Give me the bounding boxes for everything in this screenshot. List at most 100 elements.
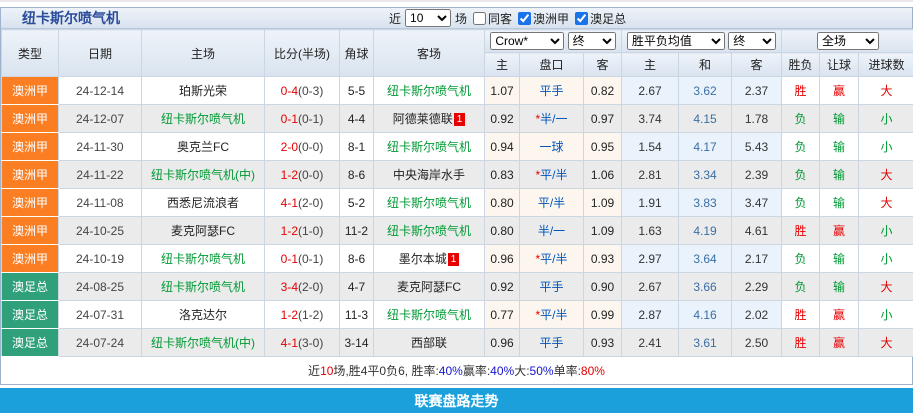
handicap-company-select[interactable]: Crow* (490, 32, 564, 50)
league-filter[interactable]: 澳洲甲 (518, 10, 569, 27)
away-team-name[interactable]: 纽卡斯尔喷气机 (387, 84, 471, 98)
line-change-star: * (535, 112, 540, 126)
home-team-name[interactable]: 纽卡斯尔喷气机 (161, 252, 245, 266)
result-winloss: 负 (782, 161, 820, 189)
fulltime-score: 4-1 (281, 336, 298, 350)
col-header-ah-line: 盘口 (520, 53, 584, 77)
card-badge: 1 (454, 113, 466, 126)
odds-draw: 3.83 (679, 189, 732, 217)
league-checkbox[interactable] (518, 12, 531, 25)
match-row: 澳足总24-08-25纽卡斯尔喷气机3-4(2-0)4-7麦克阿瑟FC0.92平… (2, 273, 913, 301)
summary-segment: 40% (439, 364, 463, 378)
europe-source-select[interactable]: 胜平负均值 (627, 32, 725, 50)
home-team-name[interactable]: 洛克达尔 (179, 308, 227, 322)
result-handicap: 赢 (820, 301, 859, 329)
odds-away-win: 2.29 (732, 273, 782, 301)
col-header-date: 日期 (59, 30, 142, 77)
away-team-name[interactable]: 西部联 (411, 336, 447, 350)
odds-draw: 3.34 (679, 161, 732, 189)
result-winloss: 胜 (782, 329, 820, 357)
odds-away-win: 2.02 (732, 301, 782, 329)
away-team-name[interactable]: 麦克阿瑟FC (397, 280, 461, 294)
handicap-line: 一球 (520, 133, 584, 161)
result-winloss: 负 (782, 105, 820, 133)
result-goals: 大 (859, 161, 913, 189)
competition-badge: 澳足总 (2, 301, 59, 329)
result-handicap: 赢 (820, 77, 859, 105)
cup-filter[interactable]: 澳足总 (575, 10, 626, 27)
score-cell: 2-0(0-0) (265, 133, 340, 161)
match-row: 澳洲甲24-11-30奥克兰FC2-0(0-0)8-1纽卡斯尔喷气机0.94一球… (2, 133, 913, 161)
handicap-away-odds: 0.95 (584, 133, 622, 161)
competition-badge: 澳足总 (2, 329, 59, 357)
filter-controls: 近 10 场 同客 澳洲甲 澳足总 (389, 9, 626, 27)
result-goals: 小 (859, 217, 913, 245)
odds-draw: 3.61 (679, 329, 732, 357)
away-team-cell: 纽卡斯尔喷气机 (374, 301, 485, 329)
home-team-name[interactable]: 纽卡斯尔喷气机 (161, 112, 245, 126)
col-header-eu-away: 客 (732, 53, 782, 77)
home-team-name[interactable]: 珀斯光荣 (179, 84, 227, 98)
odds-home-win: 2.67 (622, 77, 679, 105)
same-away-label: 同客 (488, 10, 512, 27)
handicap-select-cell: Crow* 终 (485, 30, 622, 53)
match-date: 24-12-07 (59, 105, 142, 133)
away-team-name[interactable]: 阿德莱德联 (393, 112, 453, 126)
result-winloss: 负 (782, 245, 820, 273)
score-cell: 1-2(0-0) (265, 161, 340, 189)
away-team-name[interactable]: 纽卡斯尔喷气机 (387, 196, 471, 210)
home-team-name[interactable]: 纽卡斯尔喷气机(中) (151, 336, 255, 350)
col-header-handicap-result: 让球 (820, 53, 859, 77)
home-team-name[interactable]: 纽卡斯尔喷气机(中) (151, 168, 255, 182)
home-team-cell: 西悉尼流浪者 (142, 189, 265, 217)
handicap-time-select[interactable]: 终 (568, 32, 616, 50)
result-winloss: 胜 (782, 217, 820, 245)
halftime-score: (0-1) (298, 252, 323, 266)
result-handicap: 输 (820, 161, 859, 189)
away-team-name[interactable]: 墨尔本城 (399, 252, 447, 266)
home-team-cell: 洛克达尔 (142, 301, 265, 329)
summary-segment: 近 (308, 362, 320, 379)
odds-home-win: 3.74 (622, 105, 679, 133)
home-team-name[interactable]: 西悉尼流浪者 (167, 196, 239, 210)
odds-home-win: 2.67 (622, 273, 679, 301)
odds-draw: 4.19 (679, 217, 732, 245)
fulltime-score: 3-4 (281, 280, 298, 294)
handicap-away-odds: 0.90 (584, 273, 622, 301)
same-away-checkbox[interactable] (473, 12, 486, 25)
odds-home-win: 2.81 (622, 161, 679, 189)
odds-away-win: 1.78 (732, 105, 782, 133)
odds-draw: 4.15 (679, 105, 732, 133)
fulltime-score: 4-1 (281, 196, 298, 210)
home-team-cell: 纽卡斯尔喷气机(中) (142, 329, 265, 357)
europe-time-select[interactable]: 终 (728, 32, 776, 50)
handicap-away-odds: 0.93 (584, 329, 622, 357)
cup-checkbox[interactable] (575, 12, 588, 25)
score-cell: 4-1(3-0) (265, 329, 340, 357)
handicap-line: 平/半 (520, 189, 584, 217)
away-team-name[interactable]: 纽卡斯尔喷气机 (387, 308, 471, 322)
handicap-away-odds: 1.09 (584, 189, 622, 217)
competition-badge: 澳洲甲 (2, 189, 59, 217)
odds-draw: 3.62 (679, 77, 732, 105)
match-row: 澳洲甲24-11-08西悉尼流浪者4-1(2-0)5-2纽卡斯尔喷气机0.80平… (2, 189, 913, 217)
match-count-select[interactable]: 10 (405, 9, 451, 27)
result-goals: 大 (859, 189, 913, 217)
corners-cell: 11-3 (340, 301, 374, 329)
away-team-name[interactable]: 中央海岸水手 (393, 168, 465, 182)
score-cell: 0-4(0-3) (265, 77, 340, 105)
result-scope-select[interactable]: 全场 (817, 32, 879, 50)
corners-cell: 3-14 (340, 329, 374, 357)
home-team-name[interactable]: 纽卡斯尔喷气机 (161, 280, 245, 294)
home-team-name[interactable]: 奥克兰FC (177, 140, 229, 154)
away-team-name[interactable]: 纽卡斯尔喷气机 (387, 140, 471, 154)
fulltime-score: 0-1 (281, 252, 298, 266)
home-team-name[interactable]: 麦克阿瑟FC (171, 224, 235, 238)
summary-segment: 10 (320, 364, 333, 378)
same-away-filter[interactable]: 同客 (473, 10, 512, 27)
odds-away-win: 2.37 (732, 77, 782, 105)
fulltime-score: 0-1 (281, 112, 298, 126)
match-date: 24-12-14 (59, 77, 142, 105)
match-row: 澳足总24-07-31洛克达尔1-2(1-2)11-3纽卡斯尔喷气机0.77*平… (2, 301, 913, 329)
away-team-name[interactable]: 纽卡斯尔喷气机 (387, 224, 471, 238)
